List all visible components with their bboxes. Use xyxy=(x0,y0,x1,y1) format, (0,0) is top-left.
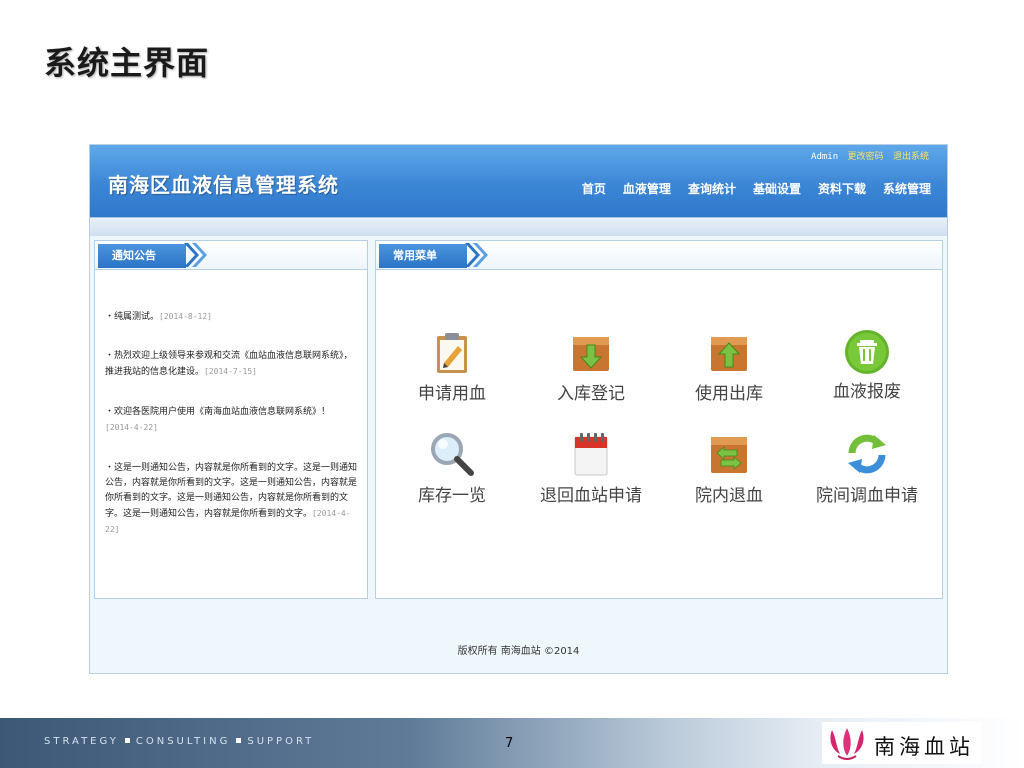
username: Admin xyxy=(811,152,839,162)
sub-bar xyxy=(90,217,947,237)
notice-panel: 通知公告 ・纯属测试。[2014-8-12] ・热烈欢迎上级领导来参观和交流《血… xyxy=(94,240,368,599)
calendar-icon xyxy=(574,433,608,476)
main-nav: 首页 血液管理 查询统计 基础设置 资料下载 系统管理 xyxy=(565,180,931,197)
nav-query-statistics[interactable]: 查询统计 xyxy=(688,180,736,197)
notice-item[interactable]: ・热烈欢迎上级领导来参观和交流《血站血液信息联网系统》，推进我站的信息化建设。[… xyxy=(105,349,357,380)
notice-tab-label: 通知公告 xyxy=(112,249,156,262)
menu-blood-scrap[interactable]: 血液报废 xyxy=(807,329,927,402)
magnifier-icon xyxy=(431,433,474,476)
notice-item[interactable]: ・这是一则通知公告，内容就是你所看到的文字。这是一则通知公告，内容就是你所看到的… xyxy=(105,461,357,538)
notice-item[interactable]: ・欢迎各医院用户使用《南海血站血液信息联网系统》！[2014-4-22] xyxy=(105,405,357,436)
change-password-link[interactable]: 更改密码 xyxy=(848,152,884,162)
menu-return-to-station[interactable]: 退回血站申请 xyxy=(531,431,651,506)
logo-text: 南海血站 xyxy=(874,735,974,759)
tab-arrow-icon xyxy=(465,243,488,267)
menu-in-hospital-return[interactable]: 院内退血 xyxy=(669,431,789,506)
menu-inter-hospital-transfer[interactable]: 院间调血申请 xyxy=(807,431,927,506)
menu-stock-out[interactable]: 使用出库 xyxy=(669,331,789,404)
box-swap-arrows-icon xyxy=(711,437,747,473)
nav-basic-settings[interactable]: 基础设置 xyxy=(753,180,801,197)
slide-title: 系统主界面 xyxy=(44,44,210,82)
menu-panel: 常用菜单 申请用血 入库登记 使用出库 血液报废 库存一览 退回血站申请 院内退… xyxy=(375,240,943,599)
notice-item[interactable]: ・纯属测试。[2014-8-12] xyxy=(105,309,357,325)
slide-tagline: STRATEGY CONSULTING SUPPORT xyxy=(44,736,315,747)
notice-tab: 通知公告 xyxy=(98,244,186,268)
user-bar: Admin 更改密码 退出系统 xyxy=(811,149,929,162)
square-bullet-icon xyxy=(236,738,242,743)
nav-home[interactable]: 首页 xyxy=(582,180,606,197)
clipboard-pencil-icon xyxy=(437,333,467,373)
menu-tab-label: 常用菜单 xyxy=(393,249,437,262)
logout-link[interactable]: 退出系统 xyxy=(893,152,929,162)
nav-blood-management[interactable]: 血液管理 xyxy=(623,180,671,197)
app-footer: 版权所有 南海血站 ©2014 xyxy=(457,646,580,657)
menu-tab: 常用菜单 xyxy=(379,244,467,268)
trash-can-icon xyxy=(845,330,889,374)
box-up-arrow-icon xyxy=(711,337,747,371)
refresh-arrows-icon xyxy=(848,434,886,474)
nav-downloads[interactable]: 资料下载 xyxy=(818,180,866,197)
app-header: 南海区血液信息管理系统 Admin 更改密码 退出系统 首页 血液管理 查询统计… xyxy=(90,145,947,217)
menu-panel-header: 常用菜单 xyxy=(376,241,942,270)
menu-stock-in[interactable]: 入库登记 xyxy=(531,331,651,404)
menu-apply-blood[interactable]: 申请用血 xyxy=(392,331,512,404)
menu-inventory[interactable]: 库存一览 xyxy=(392,431,512,506)
square-bullet-icon xyxy=(124,738,130,743)
tab-arrow-icon xyxy=(184,243,207,267)
box-down-arrow-icon xyxy=(573,337,609,371)
app-title: 南海区血液信息管理系统 xyxy=(108,173,339,197)
blood-station-logo-icon xyxy=(830,728,864,760)
nav-system-management[interactable]: 系统管理 xyxy=(883,180,931,197)
page-number: 7 xyxy=(505,736,514,751)
app-window: 南海区血液信息管理系统 Admin 更改密码 退出系统 首页 血液管理 查询统计… xyxy=(89,144,948,674)
notice-panel-header: 通知公告 xyxy=(95,241,367,270)
logo: 南海血站 xyxy=(822,722,982,764)
